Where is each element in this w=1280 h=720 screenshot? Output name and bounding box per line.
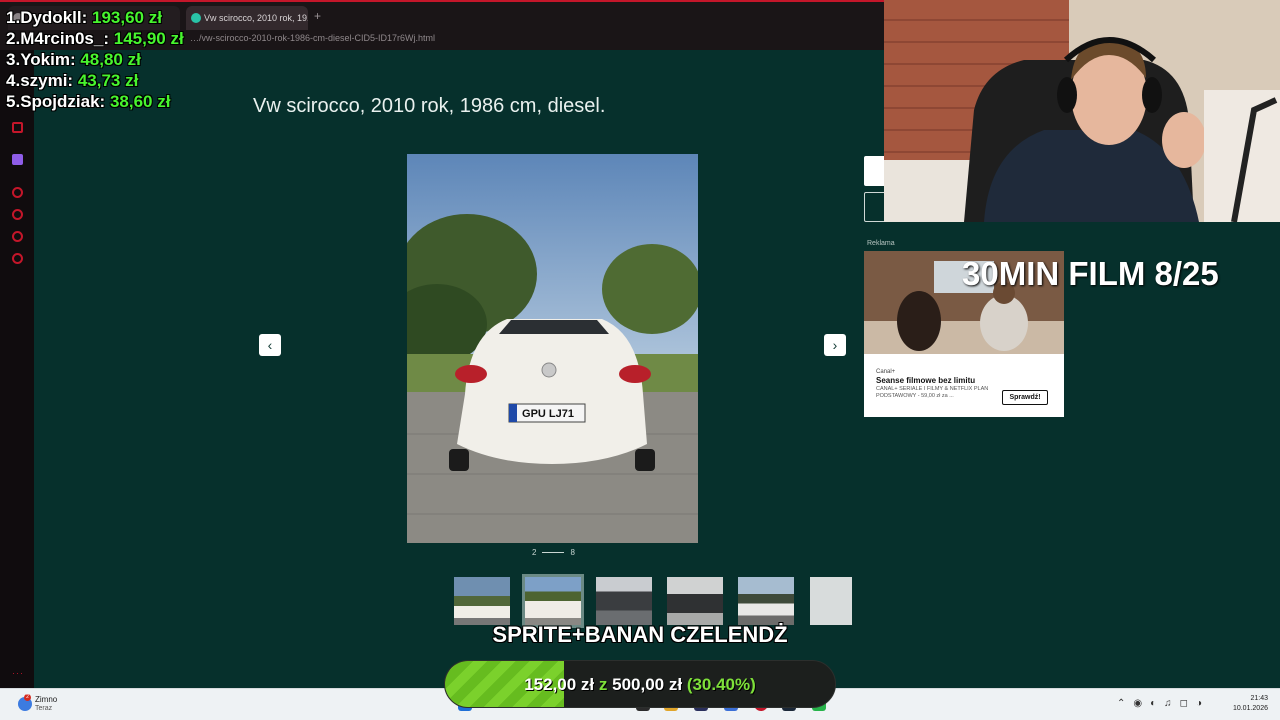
weather-title[interactable]: Zimno [35,695,57,704]
donation-goal-bar: 152,00 zł z 500,00 zł (30.40%) [444,660,836,708]
donation-goal-text: 152,00 zł z 500,00 zł (30.40%) [524,675,756,694]
counter-total: 8 [570,548,575,557]
thumbnail[interactable] [596,577,652,625]
player-icon[interactable] [12,187,23,198]
leaderboard-row: 1.Dydokll: 193,60 zł [6,8,162,27]
more-icon[interactable]: ··· [12,668,24,678]
history-icon[interactable] [12,209,23,220]
webcam-image [884,0,1280,222]
browser-sidebar: ··· [0,50,34,688]
weather-subtitle: Teraz [35,705,53,712]
ad-headline: Seanse filmowe bez limitu [876,376,976,385]
extensions-icon[interactable] [12,231,23,242]
ad-label: Reklama [867,240,895,247]
chevron-right-icon: › [832,337,838,353]
system-tray[interactable]: ⌃◉◐♫◻◑ [1117,698,1210,709]
photo-counter: 28 [532,548,575,557]
next-photo-button[interactable]: › [824,334,846,356]
leaderboard-row: 2.M4rcin0s_: 145,90 zł [6,29,184,48]
thumbnail[interactable] [454,577,510,625]
thumbnail-selected[interactable] [522,574,584,628]
leaderboard-row: 4.szymi: 43,73 zł [6,71,139,90]
notification-badge: 2 [24,694,31,701]
listing-title: Vw scirocco, 2010 rok, 1986 cm, diesel. [253,95,606,117]
leaderboard-row: 3.Yokim: 48,80 zł [6,50,141,69]
film-timer-overlay: 30MIN FILM 8/25 [962,255,1219,292]
clock-time: 21:43 [1250,695,1268,702]
main-car-photo[interactable]: GPU LJ71 [407,154,698,543]
ad-subline: CANAL+ SERIALE I FILMY & NETFLIX PLAN PO… [876,386,989,399]
chevron-left-icon: ‹ [267,337,273,353]
counter-current: 2 [532,548,537,557]
ad-brand: Canal+ [876,369,896,375]
thumbnail[interactable] [810,577,852,625]
messenger-icon[interactable] [12,122,23,133]
clock[interactable]: 21:43 10.01.2026 [1233,694,1268,714]
challenge-title: SPRITE+BANAN CZELENDŻ [492,622,788,647]
contact-button[interactable] [864,156,886,186]
settings-icon[interactable] [12,253,23,264]
tab-label: Vw scirocco, 2010 rok, 19... [204,13,308,23]
url-text[interactable]: …/vw-scirocco-2010-rok-1986-cm-diesel-CI… [190,33,435,43]
car-photo-image: GPU LJ71 [407,154,698,543]
streamer-webcam [884,0,1280,222]
license-plate: GPU LJ71 [522,408,574,420]
screen: Vw scirocco, 2010 rok, 19... + …/vw-scir… [0,0,1280,720]
donation-leaderboard: 1.Dydokll: 193,60 zł 2.M4rcin0s_: 145,90… [6,7,206,112]
thumbnail[interactable] [738,577,794,625]
new-tab-button[interactable]: + [314,9,321,23]
prev-photo-button[interactable]: ‹ [259,334,281,356]
twitch-icon[interactable] [12,154,23,165]
leaderboard-row: 5.Spojdziak: 38,60 zł [6,92,171,111]
clock-date: 10.01.2026 [1232,705,1268,712]
thumbnail[interactable] [667,577,723,625]
ad-cta-button[interactable]: Sprawdź! [1002,390,1048,405]
